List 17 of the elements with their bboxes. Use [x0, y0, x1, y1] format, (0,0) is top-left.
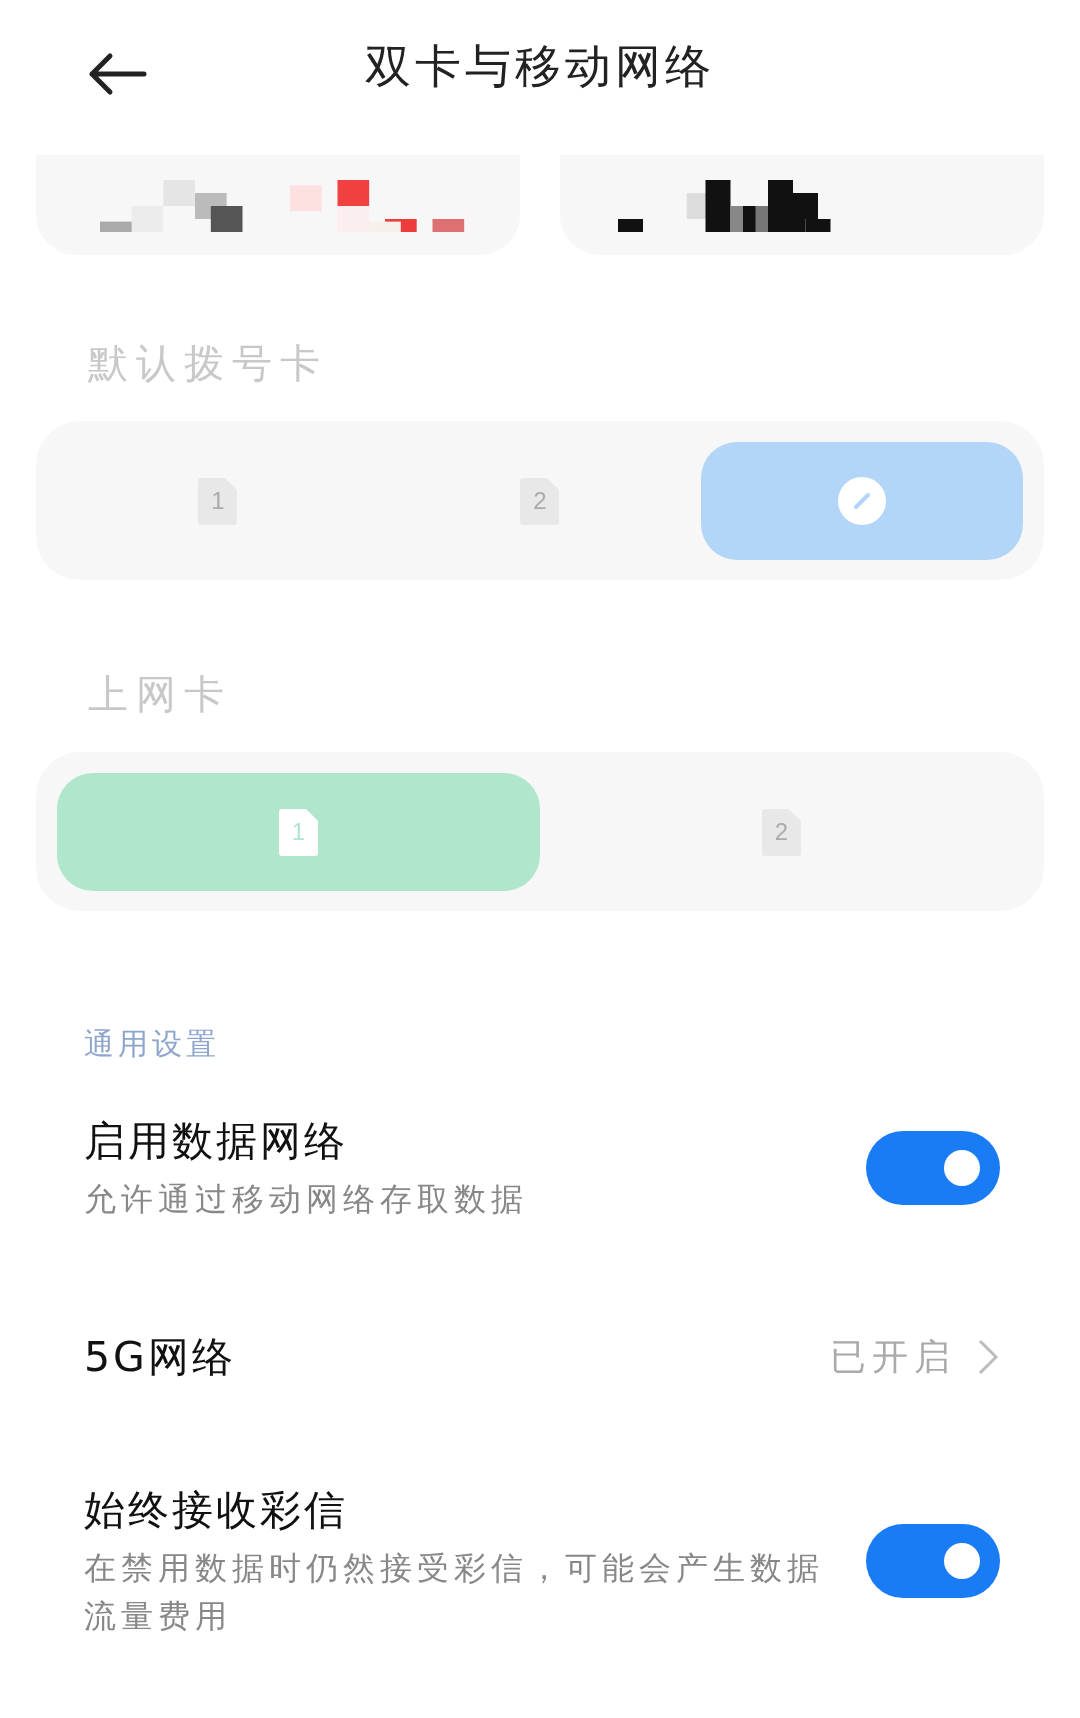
- card-option[interactable]: 1: [57, 441, 379, 560]
- card-option[interactable]: 2: [540, 772, 1023, 891]
- pencil-icon: [837, 475, 887, 526]
- setting-description: 允许通过移动网络存取数据: [84, 1178, 529, 1220]
- setting-title: 启用数据网络: [84, 1115, 349, 1167]
- sim-number: 2: [774, 817, 789, 846]
- setting-description: 在禁用数据时仍然接受彩信，可能会产生数据流量费用: [84, 1547, 824, 1637]
- setting-value: 已开启: [830, 1334, 956, 1379]
- setting-title: 5G网络: [84, 1331, 237, 1383]
- card-option[interactable]: 2: [379, 441, 701, 560]
- page-title: 双卡与移动网络: [365, 38, 715, 95]
- sim-number: 2: [533, 486, 547, 515]
- sim-number: 1: [211, 486, 225, 515]
- section-heading: 通用设置: [83, 1024, 221, 1063]
- sim-number: 1: [291, 817, 306, 846]
- card-option[interactable]: 1: [57, 772, 540, 891]
- setting-title: 始终接收彩信: [84, 1484, 349, 1536]
